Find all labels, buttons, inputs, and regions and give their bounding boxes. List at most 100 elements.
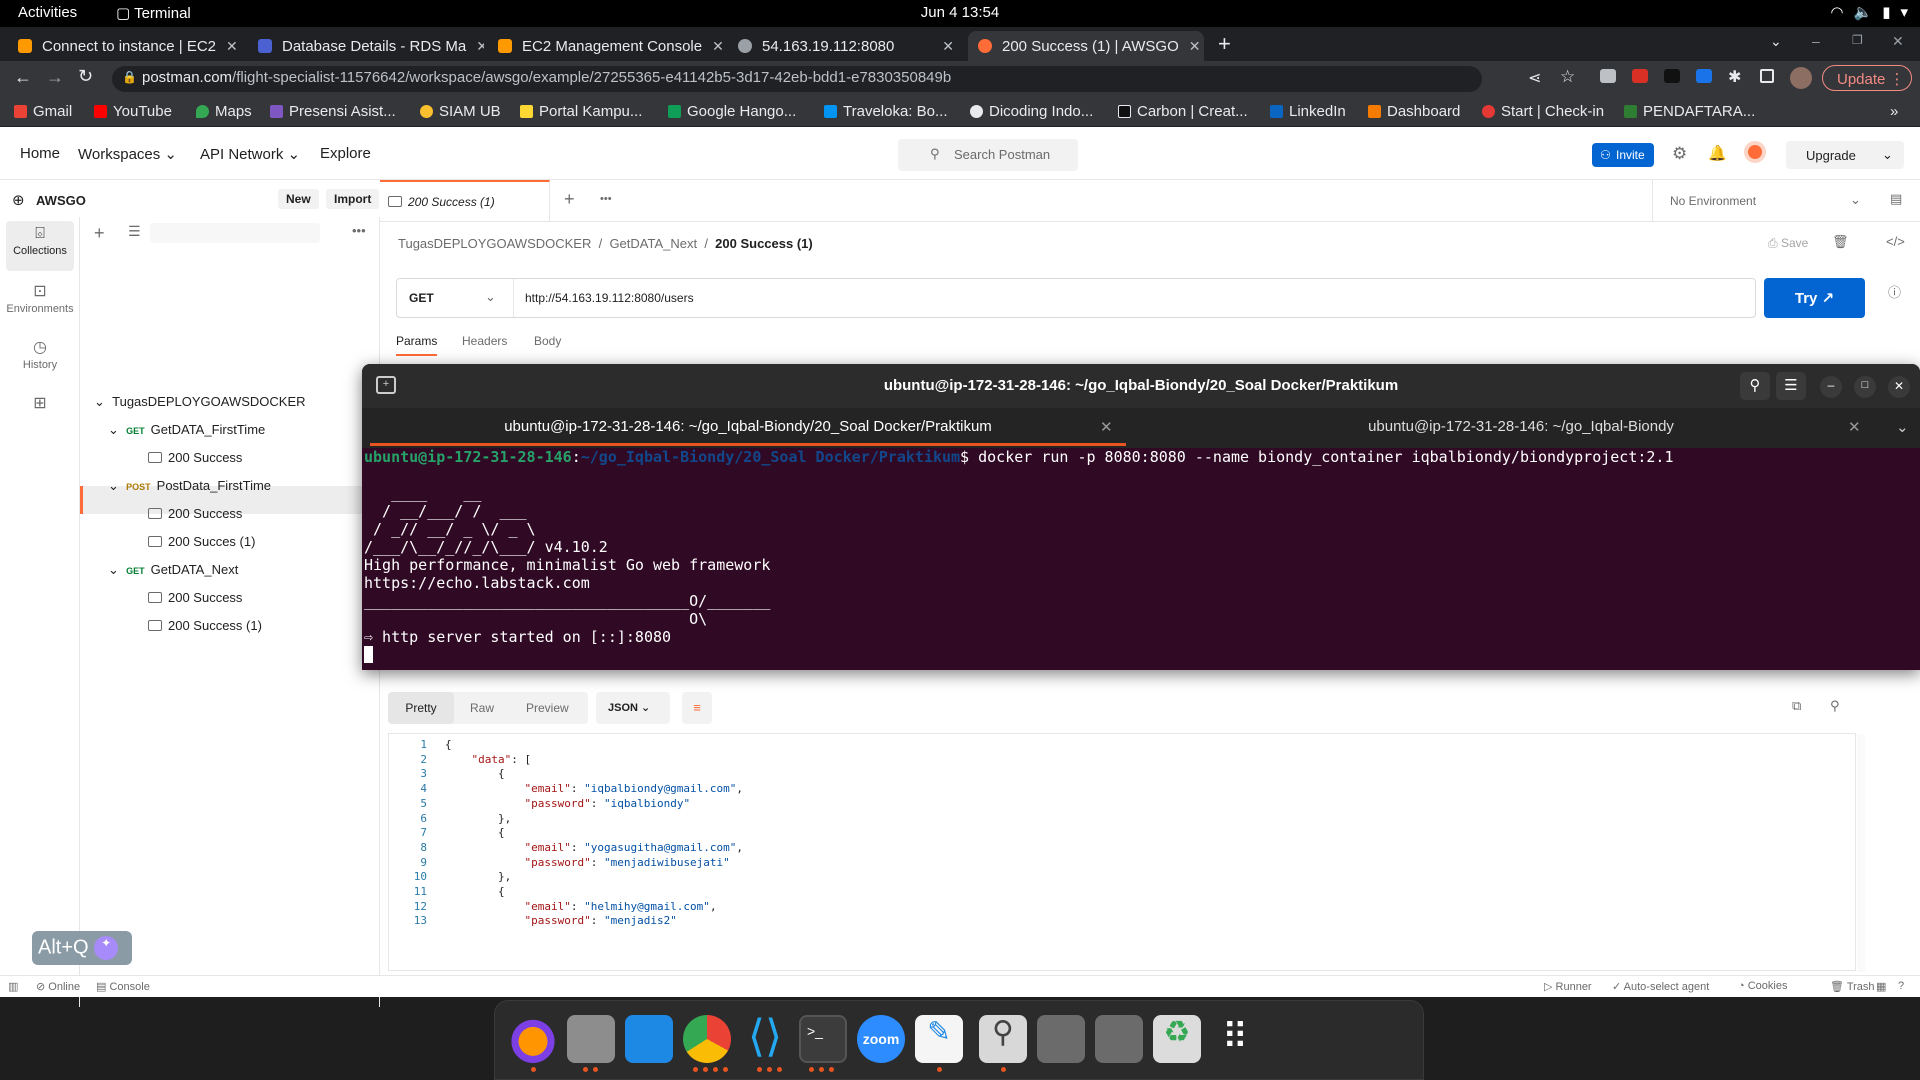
show-apps-icon[interactable]: ⠿ [1211, 1015, 1259, 1063]
nav-explore[interactable]: Explore [320, 145, 371, 162]
terminal-window[interactable]: + ubuntu@ip-172-31-28-146: ~/go_Iqbal-Bi… [362, 364, 1920, 670]
request-row[interactable]: ⌄ GET GetDATA_FirstTime [108, 422, 265, 438]
import-button[interactable]: Import [326, 189, 380, 209]
browser-tab[interactable]: EC2 Management Console ✕ [488, 31, 724, 61]
code-icon[interactable]: </> [1886, 234, 1905, 249]
example-row[interactable]: 200 Success [148, 450, 242, 465]
document-viewer-app-icon[interactable] [625, 1015, 673, 1063]
save-button[interactable]: ⎙ Save [1768, 236, 1808, 251]
new-button[interactable]: New [278, 189, 319, 209]
trash-button[interactable]: 🗑 Trash [1830, 980, 1875, 993]
example-row[interactable]: 200 Succes (1) [148, 534, 255, 549]
back-icon[interactable]: ← [14, 67, 32, 88]
minimize-icon[interactable]: – [1812, 33, 1820, 49]
filter-icon[interactable]: ☰ [128, 223, 141, 240]
collection-row[interactable]: ⌄ TugasDEPLOYGOAWSDOCKER [94, 394, 306, 410]
search-input[interactable]: ⚲ Search Postman [898, 139, 1078, 171]
open-request-tab[interactable]: 200 Success (1) [380, 180, 550, 222]
bookmark[interactable]: Traveloka: Bo... [824, 103, 948, 120]
invite-button[interactable]: ⚇ Invite [1592, 143, 1654, 167]
clock[interactable]: Jun 4 13:54 [0, 4, 1920, 21]
more-icon[interactable]: ••• [600, 193, 612, 205]
side-panel-icon[interactable] [1760, 69, 1774, 83]
close-icon[interactable]: ✕ [1848, 418, 1861, 436]
more-bookmarks-icon[interactable]: » [1890, 103, 1898, 120]
terminal-tab-active[interactable]: ubuntu@ip-172-31-28-146: ~/go_Iqbal-Bion… [370, 408, 1126, 446]
example-row[interactable]: 200 Success [148, 590, 242, 605]
close-icon[interactable]: ✕ [712, 38, 724, 55]
terminal-titlebar[interactable]: + ubuntu@ip-172-31-28-146: ~/go_Iqbal-Bi… [362, 364, 1920, 408]
close-icon[interactable]: ✕ [476, 38, 484, 55]
bell-icon[interactable]: 🔔 [1708, 144, 1727, 162]
text-editor-app-icon[interactable]: ✎ [915, 1015, 963, 1063]
firefox-app-icon[interactable] [509, 1015, 557, 1063]
upgrade-button[interactable]: Upgrade ⌄ [1786, 141, 1904, 169]
pretty-tab[interactable]: Pretty [388, 692, 454, 724]
tab-params[interactable]: Params [396, 334, 438, 356]
ai-assistant-button[interactable]: Alt+Q ✦ [32, 931, 132, 965]
raw-tab[interactable]: Raw [470, 701, 494, 715]
copy-icon[interactable]: ⧉ [1792, 698, 1801, 714]
settings-icon[interactable]: ⚙ [1672, 144, 1687, 164]
update-button[interactable]: Update ⋮ [1822, 65, 1912, 91]
collection-search-input[interactable] [150, 223, 320, 243]
method-select[interactable]: GET [409, 291, 434, 305]
bookmark-star-icon[interactable]: ☆ [1560, 67, 1575, 87]
maximize-icon[interactable]: □ [1854, 376, 1876, 398]
nav-api-network[interactable]: API Network ⌄ [200, 145, 300, 163]
bookmark[interactable]: Start | Check-in [1482, 103, 1604, 120]
browser-tab[interactable]: Database Details - RDS Ma ✕ [248, 31, 484, 61]
rail-environments[interactable]: ⊡ Environments [6, 277, 74, 327]
add-icon[interactable]: + [94, 223, 105, 244]
scrollbar[interactable] [1857, 734, 1865, 972]
bookmark[interactable]: Presensi Asist... [270, 103, 396, 120]
bookmark[interactable]: Dicoding Indo... [970, 103, 1093, 120]
breadcrumb-item[interactable]: GetDATA_Next [609, 236, 697, 251]
extension-icon[interactable] [1664, 69, 1680, 83]
trash-icon[interactable]: ♻ [1153, 1015, 1201, 1063]
terminal-output[interactable]: ubuntu@ip-172-31-28-146:~/go_Iqbal-Biond… [362, 448, 1920, 670]
chrome-app-icon[interactable] [683, 1015, 731, 1063]
vscode-app-icon[interactable]: ⟨⟩ [741, 1015, 789, 1063]
close-icon[interactable]: ✕ [942, 38, 954, 55]
preview-tab[interactable]: Preview [526, 701, 569, 715]
search-icon[interactable]: ⚲ [1830, 698, 1840, 714]
browser-tab-active[interactable]: 200 Success (1) | AWSGO ✕ [968, 31, 1204, 61]
hamburger-menu-icon[interactable]: ☰ [1776, 372, 1806, 400]
workspace-name[interactable]: AWSGO [36, 193, 86, 208]
forward-icon[interactable]: → [46, 67, 64, 88]
agent-button[interactable]: ✓ Auto-select agent [1612, 980, 1709, 993]
image-viewer-app-icon[interactable]: ⚲ [979, 1015, 1027, 1063]
add-tab-icon[interactable]: + [564, 189, 575, 210]
new-tab-button[interactable]: + [1218, 31, 1231, 57]
chevron-down-icon[interactable]: ⌄ [1850, 192, 1861, 208]
tab-body[interactable]: Body [534, 334, 561, 348]
new-tab-icon[interactable]: + [376, 376, 396, 394]
environment-select[interactable]: No Environment [1670, 194, 1756, 208]
address-bar[interactable]: 🔒 postman.com/flight-specialist-11576642/… [112, 66, 1482, 92]
close-icon[interactable]: ✕ [226, 38, 238, 55]
breadcrumb-item[interactable]: TugasDEPLOYGOAWSDOCKER [398, 236, 591, 251]
terminal-tab[interactable]: ubuntu@ip-172-31-28-146: ~/go_Iqbal-Bion… [1126, 408, 1916, 446]
extension-icon[interactable] [1600, 69, 1616, 83]
response-body-editor[interactable]: 1 {2 "data": [3 {4 "email": "iqbalbiondy@… [388, 733, 1865, 972]
restore-icon[interactable]: ❐ [1852, 33, 1863, 47]
rail-collections[interactable]: ⌺ Collections [6, 221, 74, 271]
layout-icon[interactable]: ▦ [1876, 980, 1886, 993]
extension-icon[interactable] [1632, 69, 1648, 83]
rail-apps[interactable]: ⊞ [6, 389, 74, 439]
wrap-lines-icon[interactable]: ≡ [682, 692, 712, 724]
url-input[interactable]: http://54.163.19.112:8080/users [525, 291, 694, 305]
browser-tab[interactable]: 54.163.19.112:8080 ✕ [728, 31, 964, 61]
try-button[interactable]: Try ↗ [1764, 278, 1865, 318]
bookmark[interactable]: Maps [196, 103, 252, 120]
console-button[interactable]: ▤ Console [96, 980, 150, 993]
more-icon[interactable]: ••• [352, 223, 366, 238]
example-row[interactable]: 200 Success [148, 506, 242, 521]
close-icon[interactable]: ✕ [1189, 38, 1201, 55]
terminal-app-icon[interactable]: >_ [799, 1015, 847, 1063]
ssd-drive-icon[interactable] [1037, 1015, 1085, 1063]
avatar[interactable] [1790, 67, 1812, 89]
request-row[interactable]: ⌄ GET GetDATA_Next [108, 562, 238, 578]
cookies-button[interactable]: ◔ Cookies [1738, 980, 1787, 992]
